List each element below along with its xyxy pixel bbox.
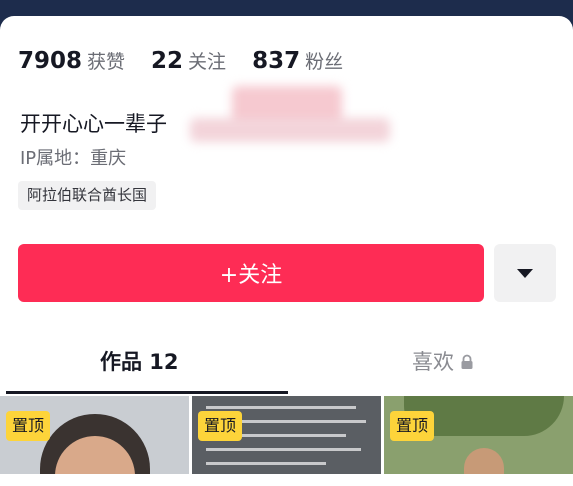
region-tag: 阿拉伯联合酋长国 xyxy=(18,181,157,210)
pinned-badge: 置顶 xyxy=(6,411,51,441)
likes-count: 7908 xyxy=(18,48,83,74)
tab-works[interactable]: 作品 12 xyxy=(100,346,179,376)
ip-location: IP属地：重庆 xyxy=(20,148,127,169)
following-count[interactable]: 22 xyxy=(151,48,183,74)
pinned-badge: 置顶 xyxy=(198,411,243,441)
video-grid: 置顶 置顶 置顶 xyxy=(0,396,573,474)
tab-likes-label: 喜欢 xyxy=(412,350,454,374)
thumbnail-image xyxy=(206,448,361,451)
thumbnail-image xyxy=(464,448,504,474)
pinned-badge: 置顶 xyxy=(390,411,435,441)
profile-stats: 7908 获赞 22 关注 837 粉丝 xyxy=(18,47,369,77)
video-thumbnail[interactable]: 置顶 xyxy=(0,396,189,474)
following-label[interactable]: 关注 xyxy=(188,47,226,74)
tab-likes[interactable]: 喜欢 xyxy=(412,346,474,376)
active-tab-indicator xyxy=(6,391,288,394)
lock-icon xyxy=(461,354,473,369)
followers-label[interactable]: 粉丝 xyxy=(305,47,343,74)
follow-button[interactable]: +关注 xyxy=(18,244,484,302)
thumbnail-image xyxy=(206,406,356,409)
profile-name: 开开心心一辈子 xyxy=(20,112,167,136)
video-thumbnail[interactable]: 置顶 xyxy=(192,396,381,474)
followers-count[interactable]: 837 xyxy=(252,48,300,74)
tab-works-label: 作品 12 xyxy=(100,350,179,374)
likes-label: 获赞 xyxy=(87,51,126,73)
more-options-button[interactable] xyxy=(494,244,556,302)
caret-down-icon xyxy=(517,268,533,278)
thumbnail-image xyxy=(206,462,326,465)
redacted-area xyxy=(190,118,390,142)
video-thumbnail[interactable]: 置顶 xyxy=(384,396,573,474)
